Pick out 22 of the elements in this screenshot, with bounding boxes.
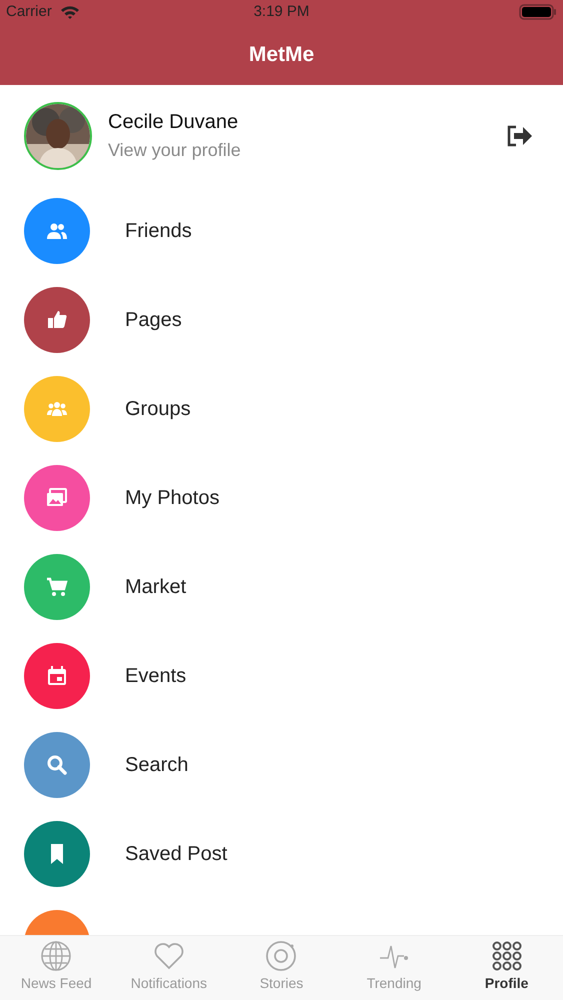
globe-icon (40, 940, 72, 972)
menu-item[interactable]: Friends (125, 216, 192, 246)
heart-icon (152, 940, 185, 972)
calendar-icon (45, 664, 69, 688)
profile-name[interactable]: Cecile Duvane (108, 107, 241, 137)
menu-item[interactable]: Pages (125, 304, 182, 334)
menu-item[interactable]: My Photos (125, 482, 220, 512)
logout-icon[interactable] (505, 124, 533, 148)
carrier-name: Carrier (6, 2, 52, 22)
grid-icon (490, 940, 523, 972)
menu-item[interactable]: Saved Post (125, 838, 228, 868)
ring-icon (265, 940, 298, 972)
status-time: 3:19 PM (254, 2, 310, 22)
app-title: MetMe (248, 42, 314, 68)
tab-bar-item[interactable]: Profile (450, 936, 563, 1000)
battery-icon (519, 4, 557, 20)
wifi-icon (60, 5, 80, 19)
search-icon (45, 752, 69, 776)
menu-item[interactable]: Groups (125, 394, 191, 424)
menu-item[interactable]: Search (125, 750, 188, 780)
menu-item[interactable]: Events (125, 660, 186, 690)
menu-item[interactable]: Market (125, 572, 186, 602)
